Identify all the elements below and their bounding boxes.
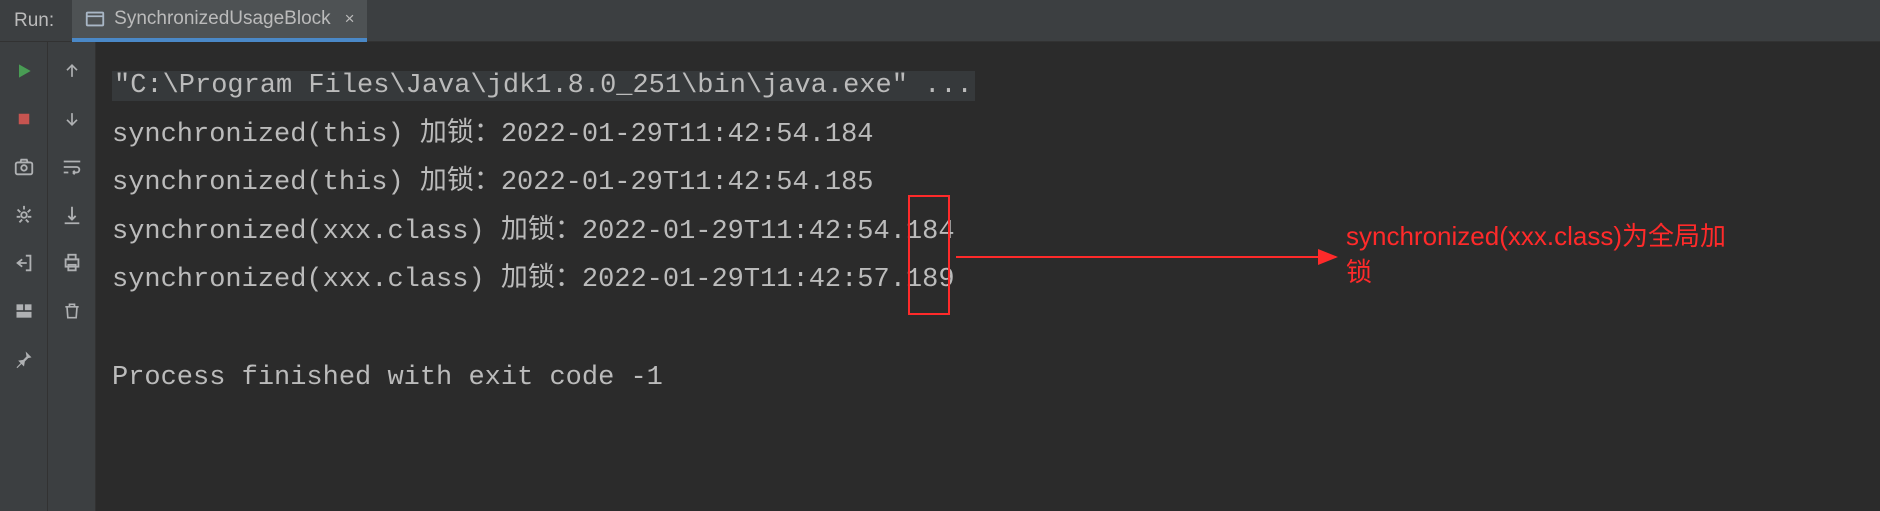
exit-line: Process finished with exit code -1	[112, 354, 1880, 403]
console-output[interactable]: "C:\Program Files\Java\jdk1.8.0_251\bin\…	[96, 42, 1880, 511]
run-tab[interactable]: SynchronizedUsageBlock ×	[72, 0, 366, 42]
output-line: synchronized(this) 加锁：2022-01-29T11:42:5…	[112, 111, 1880, 160]
trash-icon[interactable]	[59, 298, 85, 324]
output-line: synchronized(this) 加锁：2022-01-29T11:42:5…	[112, 159, 1880, 208]
exit-icon[interactable]	[11, 250, 37, 276]
up-arrow-icon[interactable]	[59, 58, 85, 84]
stop-icon[interactable]	[11, 106, 37, 132]
print-icon[interactable]	[59, 250, 85, 276]
second-gutter	[48, 42, 96, 511]
body-area: "C:\Program Files\Java\jdk1.8.0_251\bin\…	[0, 42, 1880, 511]
run-tool-header: Run: SynchronizedUsageBlock ×	[0, 0, 1880, 42]
left-gutter	[0, 42, 48, 511]
blank-line	[112, 305, 1880, 354]
close-icon[interactable]: ×	[345, 9, 355, 29]
wrap-icon[interactable]	[59, 154, 85, 180]
tab-title: SynchronizedUsageBlock	[114, 8, 331, 30]
application-icon	[84, 8, 106, 30]
layout-icon[interactable]	[11, 298, 37, 324]
run-icon[interactable]	[11, 58, 37, 84]
run-label: Run:	[14, 10, 54, 32]
command-line: "C:\Program Files\Java\jdk1.8.0_251\bin\…	[112, 62, 1880, 111]
annotation-text: synchronized(xxx.class)为全局加锁	[1346, 218, 1726, 291]
camera-icon[interactable]	[11, 154, 37, 180]
pin-icon[interactable]	[11, 346, 37, 372]
scroll-icon[interactable]	[59, 202, 85, 228]
debug-icon[interactable]	[11, 202, 37, 228]
down-arrow-icon[interactable]	[59, 106, 85, 132]
